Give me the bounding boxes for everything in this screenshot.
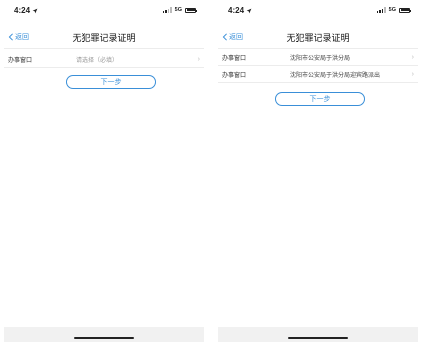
office-window-row[interactable]: 办事窗口 沈阳市公安局于洪分局迎宾路派出 › bbox=[218, 66, 418, 83]
row-value: 沈阳市公安局于洪分局 bbox=[290, 55, 351, 62]
status-time: 4:24 bbox=[228, 6, 252, 15]
phone-screen-select-filled: 4:24 5G 返回 无犯罪记录证明 办事窗口 沈阳市公安局于洪分局 › 办事窗… bbox=[218, 0, 418, 350]
next-step-button[interactable]: 下一步 bbox=[275, 92, 365, 106]
network-type: 5G bbox=[174, 7, 182, 13]
page-title: 无犯罪记录证明 bbox=[72, 33, 136, 43]
battery-icon bbox=[185, 7, 197, 13]
row-value-placeholder: 请选择（必填） bbox=[76, 57, 119, 64]
status-time-text: 4:24 bbox=[14, 6, 31, 15]
network-type: 5G bbox=[388, 7, 396, 13]
bottom-safe-area bbox=[218, 327, 418, 342]
office-window-row[interactable]: 办事窗口 沈阳市公安局于洪分局 › bbox=[218, 49, 418, 66]
row-label: 办事窗口 bbox=[222, 72, 247, 79]
location-arrow-icon bbox=[32, 8, 38, 13]
nav-bar: 返回 无犯罪记录证明 bbox=[4, 24, 204, 49]
nav-bar: 返回 无犯罪记录证明 bbox=[218, 24, 418, 49]
chevron-right-icon: › bbox=[411, 70, 414, 78]
status-indicators: 5G bbox=[162, 7, 197, 13]
phone-screen-select-empty: 4:24 5G 返回 无犯罪记录证明 办事窗口 请选择（必填） › 下一步 bbox=[4, 0, 204, 350]
office-window-row[interactable]: 办事窗口 请选择（必填） › bbox=[4, 51, 204, 68]
signal-icon bbox=[376, 7, 386, 13]
status-indicators: 5G bbox=[376, 7, 411, 13]
battery-icon bbox=[399, 7, 411, 13]
signal-icon bbox=[162, 7, 172, 13]
next-step-button[interactable]: 下一步 bbox=[66, 75, 156, 89]
page-title: 无犯罪记录证明 bbox=[286, 33, 350, 43]
row-value: 沈阳市公安局于洪分局迎宾路派出 bbox=[290, 72, 381, 79]
bottom-safe-area bbox=[4, 327, 204, 342]
location-arrow-icon bbox=[246, 8, 252, 13]
status-time: 4:24 bbox=[14, 6, 38, 15]
status-time-text: 4:24 bbox=[228, 6, 245, 15]
home-indicator bbox=[74, 337, 134, 339]
row-label: 办事窗口 bbox=[222, 55, 247, 62]
row-label: 办事窗口 bbox=[8, 57, 33, 64]
status-bar: 4:24 5G bbox=[218, 0, 418, 22]
chevron-right-icon: › bbox=[197, 55, 200, 63]
home-indicator bbox=[288, 337, 348, 339]
status-bar: 4:24 5G bbox=[4, 0, 204, 22]
chevron-right-icon: › bbox=[411, 53, 414, 61]
